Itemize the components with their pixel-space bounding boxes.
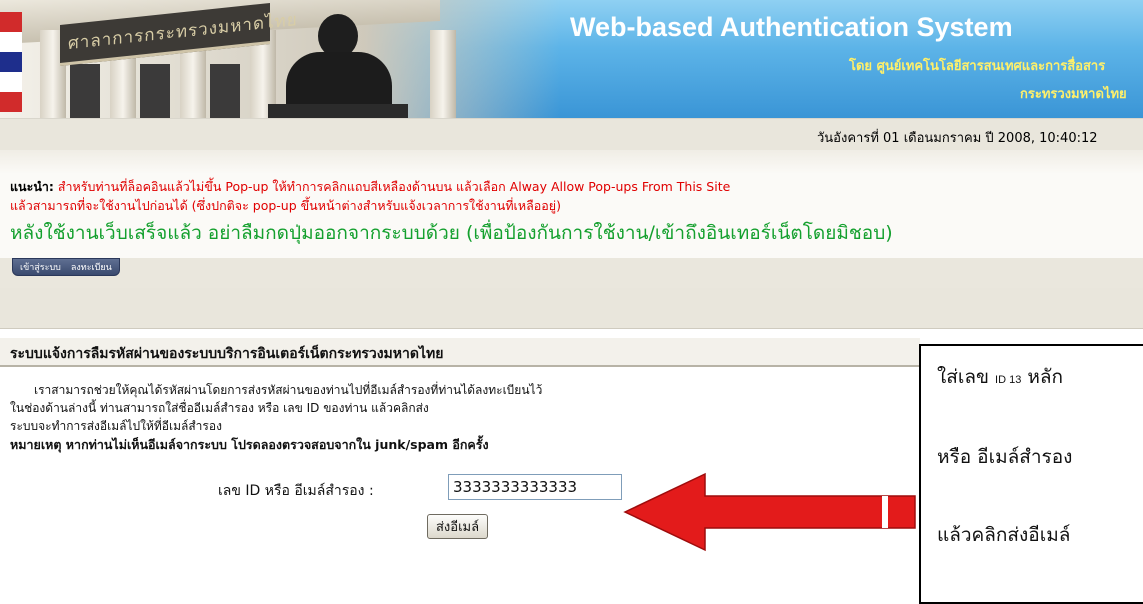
- callout-id-text: ID 13: [995, 374, 1022, 386]
- red-arrow-annotation: [623, 472, 916, 552]
- section-header: ระบบแจ้งการลืมรหัสผ่านของระบบบริการอินเต…: [0, 338, 920, 367]
- header-banner: ศาลาการกระทรวงมหาดไทย Web-based Authenti…: [0, 0, 1143, 118]
- advice-panel: แนะนำ: สำหรับท่านที่ล็อคอินแล้วไม่ขึ้น P…: [0, 174, 1143, 258]
- section-title: ระบบแจ้งการลืมรหัสผ่านของระบบบริการอินเต…: [10, 346, 444, 362]
- send-email-button[interactable]: ส่งอีเมล์: [427, 514, 489, 539]
- site-subtitle-ministry: กระทรวงมหาดไทย: [1020, 87, 1127, 102]
- instruction-text: ระบบจะทำการส่งอีเมล์ไปให้ที่อีเมล์สำรอง: [10, 419, 222, 433]
- spacer: [0, 288, 1143, 329]
- instruction-text: ในช่องด้านล่างนี้ ท่านสามารถใส่ชื่ออีเมล…: [10, 401, 429, 415]
- callout-line-email: หรือ อีเมล์สำรอง: [937, 446, 1073, 468]
- nav-bar: เข้าสู่ระบบ ลงทะเบียน: [0, 258, 1143, 288]
- callout-text: หลัก: [1021, 366, 1064, 388]
- callout-text: ใส่เลข: [937, 366, 996, 388]
- arrow-shape: [623, 472, 916, 552]
- advice-line-popup: แนะนำ: สำหรับท่านที่ล็อคอินแล้วไม่ขึ้น P…: [10, 177, 730, 197]
- thai-flag-image: [0, 12, 22, 112]
- note-text: หมายเหตุ หากท่านไม่เห็นอีเมล์จากระบบ โปร…: [10, 437, 489, 452]
- building-window: [210, 64, 240, 118]
- spacer: [0, 150, 1143, 174]
- advice-line-logout: หลังใช้งานเว็บเสร็จแล้ว อย่าลืมกดปุ่มออก…: [10, 222, 893, 244]
- advice-text: สำหรับท่านที่ล็อคอินแล้วไม่ขึ้น Pop-up ใ…: [53, 179, 731, 194]
- site-subtitle: โดย ศูนย์เทคโนโลยีสารสนเทศและการสื่อสาร: [849, 59, 1106, 74]
- building-window: [140, 64, 170, 118]
- callout-line-send: แล้วคลิกส่งอีเมล์: [937, 524, 1071, 546]
- instruction-callout: ใส่เลข ID 13 หลัก หรือ อีเมล์สำรอง แล้วค…: [919, 344, 1143, 604]
- tab-login[interactable]: เข้าสู่ระบบ: [20, 260, 61, 274]
- arrow-stripe: [882, 496, 888, 528]
- id-or-email-label: เลข ID หรือ อีเมล์สำรอง :: [218, 483, 374, 499]
- advice-line-popup-note: แล้วสามารถที่จะใช้งานไปก่อนได้ (ซึ่งปกติ…: [10, 198, 561, 213]
- instruction-text: เราสามารถช่วยให้คุณได้รหัสผ่านโดยการส่งร…: [34, 383, 543, 397]
- current-date: วันอังคารที่ 01 เดือนมกราคม ปี 2008, 10:…: [817, 131, 1098, 146]
- building-column: [430, 30, 456, 118]
- building-window: [70, 64, 100, 118]
- tab-register[interactable]: ลงทะเบียน: [71, 260, 112, 274]
- callout-line-id: ใส่เลข ID 13 หลัก: [937, 362, 1063, 392]
- statue-base: [268, 104, 408, 118]
- site-title: Web-based Authentication System: [570, 12, 1013, 42]
- date-bar: วันอังคารที่ 01 เดือนมกราคม ปี 2008, 10:…: [0, 118, 1143, 151]
- advice-label: แนะนำ:: [10, 179, 54, 194]
- nav-tabs: เข้าสู่ระบบ ลงทะเบียน: [12, 258, 120, 276]
